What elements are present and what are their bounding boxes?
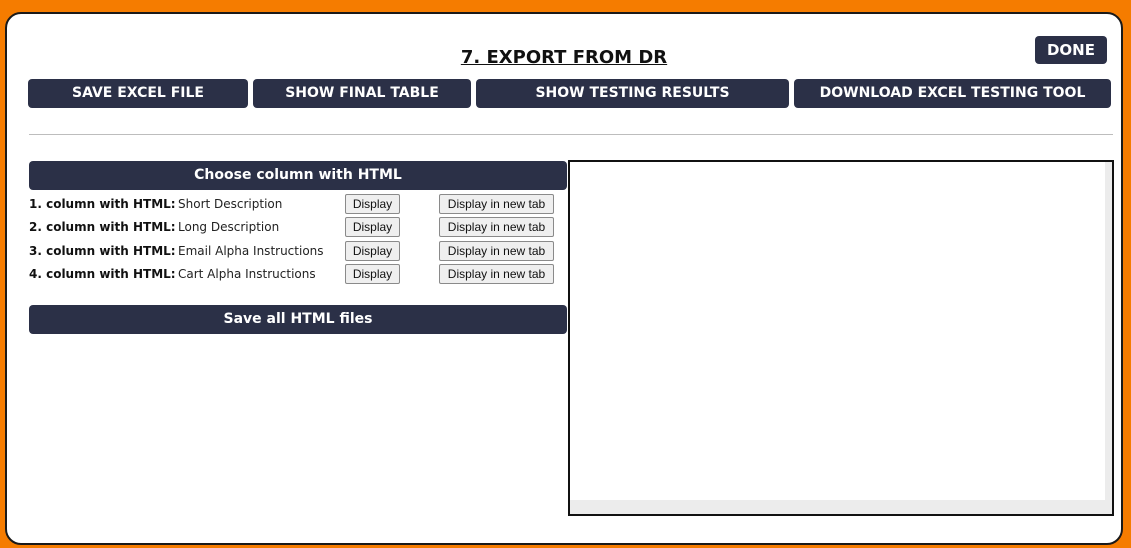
row-value: Short Description <box>178 197 283 211</box>
display-button[interactable]: Display <box>345 194 400 214</box>
html-column-row: 4. column with HTML: Cart Alpha Instruct… <box>29 264 569 286</box>
row-label: 1. column with HTML: <box>29 197 176 211</box>
choose-column-header: Choose column with HTML <box>29 161 567 190</box>
row-label: 4. column with HTML: <box>29 267 176 281</box>
display-button[interactable]: Display <box>345 264 400 284</box>
show-testing-results-button[interactable]: SHOW TESTING RESULTS <box>476 79 789 108</box>
display-in-new-tab-button[interactable]: Display in new tab <box>439 194 554 214</box>
export-panel: 7. EXPORT FROM DR DONE SAVE EXCEL FILE S… <box>5 12 1123 545</box>
display-in-new-tab-button[interactable]: Display in new tab <box>439 241 554 261</box>
row-value: Cart Alpha Instructions <box>178 267 316 281</box>
display-in-new-tab-button[interactable]: Display in new tab <box>439 264 554 284</box>
divider <box>29 134 1113 135</box>
horizontal-scrollbar[interactable] <box>570 500 1105 514</box>
html-column-row: 1. column with HTML: Short Description D… <box>29 194 569 216</box>
row-label: 3. column with HTML: <box>29 244 176 258</box>
display-button[interactable]: Display <box>345 241 400 261</box>
display-button[interactable]: Display <box>345 217 400 237</box>
show-final-table-button[interactable]: SHOW FINAL TABLE <box>253 79 471 108</box>
download-excel-testing-tool-button[interactable]: DOWNLOAD EXCEL TESTING TOOL <box>794 79 1111 108</box>
html-column-row: 2. column with HTML: Long Description Di… <box>29 217 569 239</box>
row-value: Long Description <box>178 220 280 234</box>
done-button[interactable]: DONE <box>1035 36 1107 64</box>
html-preview-frame[interactable] <box>568 160 1114 516</box>
page-title: 7. EXPORT FROM DR <box>460 47 668 68</box>
row-label: 2. column with HTML: <box>29 220 176 234</box>
save-all-html-files-button[interactable]: Save all HTML files <box>29 305 567 334</box>
html-column-row: 3. column with HTML: Email Alpha Instruc… <box>29 241 569 263</box>
save-excel-file-button[interactable]: SAVE EXCEL FILE <box>28 79 248 108</box>
display-in-new-tab-button[interactable]: Display in new tab <box>439 217 554 237</box>
row-value: Email Alpha Instructions <box>178 244 324 258</box>
vertical-scrollbar[interactable] <box>1105 162 1112 514</box>
